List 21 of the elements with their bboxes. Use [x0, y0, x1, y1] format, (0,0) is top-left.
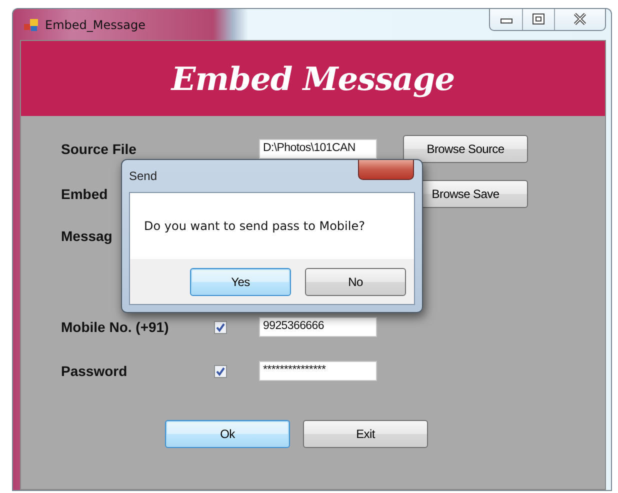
field-label: Mobile No. (+91) — [61, 319, 169, 335]
checkbox[interactable] — [214, 320, 227, 334]
dialog-button[interactable]: Yes — [190, 268, 291, 296]
field-label: Source File — [61, 141, 136, 157]
action-button[interactable]: Ok — [165, 420, 290, 448]
app-icon — [24, 18, 38, 30]
field-label: Messag — [61, 228, 112, 244]
checkbox[interactable] — [214, 364, 227, 378]
banner-title: Embed Message — [171, 60, 455, 98]
field-label: Password — [61, 363, 128, 379]
action-button[interactable]: Exit — [303, 420, 428, 448]
window-title: Embed_Message — [45, 18, 146, 32]
text-field[interactable]: *************** — [259, 361, 377, 381]
text-field[interactable]: D:\Photos\101CAN — [259, 139, 377, 159]
dialog-message: Do you want to send pass to Mobile? — [144, 219, 365, 233]
close-button[interactable] — [358, 160, 414, 180]
dialog-button[interactable]: No — [305, 268, 406, 296]
dialog-title: Send — [129, 169, 158, 183]
field-label: Embed — [61, 186, 108, 202]
text-field[interactable]: 9925366666 — [259, 317, 377, 337]
browse-button[interactable]: Browse Source — [403, 135, 528, 163]
